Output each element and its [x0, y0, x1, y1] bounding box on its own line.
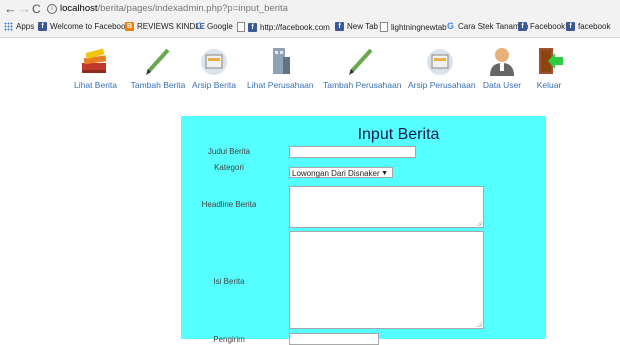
user-icon: [486, 45, 518, 77]
resize-grip-icon[interactable]: [476, 321, 482, 327]
reload-icon[interactable]: C: [32, 1, 41, 17]
bookmark-apps[interactable]: Apps: [4, 22, 34, 31]
menu-lihat-perusahaan[interactable]: Lihat Perusahaan: [247, 45, 314, 90]
menu-label: Lihat Berita: [74, 80, 117, 90]
menu-lihat-berita[interactable]: Lihat Berita: [74, 45, 117, 90]
blogger-icon: B: [125, 22, 134, 31]
forward-icon[interactable]: →: [18, 1, 31, 17]
form-title: Input Berita: [357, 126, 440, 143]
bookmark-facebook-url[interactable]: f http://facebook.com: [237, 22, 330, 32]
headline-berita-textarea[interactable]: [289, 186, 484, 228]
bookmark-new-tab[interactable]: f New Tab: [335, 22, 378, 31]
pengirim-label: Pengirim: [213, 335, 245, 344]
menu-label: Arsip Berita: [192, 80, 236, 90]
admin-menu: Lihat Berita Tambah Berita Arsip Berita …: [60, 45, 620, 95]
menu-arsip-perusahaan[interactable]: Arsip Perusahaan: [408, 45, 476, 90]
facebook-icon: f: [566, 22, 575, 31]
pencil-icon: [345, 45, 377, 77]
url-host: localhost: [60, 3, 98, 14]
menu-tambah-berita[interactable]: Tambah Berita: [128, 45, 188, 90]
facebook-icon: f: [335, 22, 344, 31]
judul-berita-input[interactable]: [289, 146, 416, 158]
isi-berita-textarea[interactable]: [289, 231, 484, 329]
bookmark-google[interactable]: G Google: [195, 21, 233, 32]
books-icon: [78, 45, 110, 77]
facebook-icon: f: [248, 22, 257, 32]
pengirim-input[interactable]: [289, 333, 379, 345]
menu-arsip-berita[interactable]: Arsip Berita: [192, 45, 236, 90]
headline-berita-label: Headline Berita: [201, 200, 257, 209]
dropdown-arrow-icon: ▼: [381, 170, 388, 177]
pencil-icon: [142, 45, 174, 77]
judul-berita-label: Judul Berita: [207, 147, 251, 156]
kategori-selected-value: Lowongan Dari Disnaker: [292, 169, 380, 178]
archive-icon: [198, 45, 230, 77]
kategori-label: Kategori: [214, 163, 244, 172]
exit-icon: [533, 45, 565, 77]
bookmark-label: Welcome to Faceboo: [50, 22, 126, 31]
resize-grip-icon[interactable]: [476, 220, 482, 226]
facebook-icon: f: [38, 22, 47, 31]
input-berita-form: Input Berita Judul Berita Kategori Lowon…: [181, 116, 546, 345]
menu-label: Arsip Perusahaan: [408, 80, 476, 90]
apps-grid-icon: [4, 22, 13, 31]
menu-label: Data User: [482, 80, 522, 90]
menu-label: Keluar: [536, 80, 562, 90]
page-icon: [380, 22, 388, 32]
url-path: /berita/pages/indexadmin.php?p=input_ber…: [97, 3, 288, 14]
page-icon: [237, 22, 245, 32]
info-icon[interactable]: i: [47, 4, 57, 14]
bookmark-lightningnewtab[interactable]: lightningnewtab: [380, 22, 447, 32]
isi-berita-label: Isi Berita: [213, 277, 245, 286]
address-bar-row: ← → C i localhost/berita/pages/indexadmi…: [0, 0, 620, 19]
building-icon: [264, 45, 296, 77]
menu-keluar[interactable]: Keluar: [532, 45, 566, 90]
bookmark-label: New Tab: [347, 22, 378, 31]
back-icon[interactable]: ←: [4, 1, 17, 17]
url-field[interactable]: localhost/berita/pages/indexadmin.php?p=…: [60, 3, 288, 14]
menu-label: Tambah Perusahaan: [323, 80, 402, 90]
menu-label: Tambah Berita: [130, 80, 186, 90]
bookmarks-bar: Apps f Welcome to Faceboo B REVIEWS KINDLE…: [0, 19, 620, 38]
facebook-icon: f: [518, 22, 527, 31]
menu-data-user[interactable]: Data User: [482, 45, 522, 90]
bookmark-label: lightningnewtab: [391, 22, 447, 32]
bookmark-label: facebook: [578, 22, 611, 31]
bookmark-label: Apps: [16, 22, 35, 31]
bookmark-welcome-facebook[interactable]: f Welcome to Faceboo: [38, 22, 125, 31]
bookmark-cara-stek[interactable]: G Cara Stek Tanaman: [446, 21, 529, 32]
bookmark-facebook[interactable]: f Facebook: [518, 22, 565, 31]
google-icon: G: [446, 21, 454, 31]
menu-tambah-perusahaan[interactable]: Tambah Perusahaan: [323, 45, 402, 90]
bookmark-reviews-kindle[interactable]: B REVIEWS KINDLE: [125, 22, 205, 31]
bookmark-facebook-2[interactable]: f facebook: [566, 22, 610, 31]
bookmark-label: Facebook: [530, 22, 566, 31]
bookmark-label: http://facebook.com: [260, 22, 330, 32]
kategori-select[interactable]: Lowongan Dari Disnaker ▼: [289, 167, 393, 178]
archive-icon: [424, 45, 456, 77]
menu-label: Lihat Perusahaan: [247, 80, 314, 90]
bookmark-label: Google: [207, 22, 233, 31]
google-icon: G: [195, 21, 203, 31]
